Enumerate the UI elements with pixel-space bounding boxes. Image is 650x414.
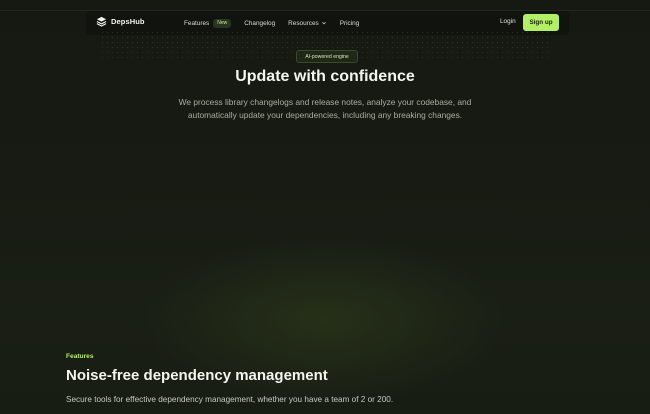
layers-logo-icon	[96, 16, 107, 27]
brand-name: DepsHub	[111, 17, 145, 26]
new-badge: New	[213, 18, 232, 28]
nav-item-label: Changelog	[244, 19, 276, 27]
chevron-down-icon	[321, 22, 326, 25]
nav-item-label: Resources	[288, 19, 319, 27]
features-label: Features	[66, 353, 94, 360]
features-title: Noise-free dependency management	[66, 367, 328, 384]
features-subtitle: Secure tools for effective dependency ma…	[66, 395, 394, 404]
hero-title: Update with confidence	[235, 68, 415, 85]
page: DepsHub Features New Changelog Resources…	[0, 0, 650, 414]
nav-item-label: Pricing	[339, 19, 360, 27]
nav-item-features[interactable]: Features New	[184, 18, 232, 28]
nav-item-pricing[interactable]: Pricing	[340, 20, 360, 27]
logo[interactable]: DepsHub	[96, 16, 145, 27]
hero-subtitle: We process library changelogs and releas…	[178, 97, 472, 120]
nav-item-changelog[interactable]: Changelog	[244, 20, 275, 27]
nav-item-resources[interactable]: Resources	[288, 20, 327, 27]
signup-button[interactable]: Sign up	[523, 14, 559, 31]
ai-engine-pill: AI-powered engine	[296, 50, 358, 63]
nav-item-label: Features	[184, 19, 210, 27]
login-link[interactable]: Login	[500, 18, 516, 25]
